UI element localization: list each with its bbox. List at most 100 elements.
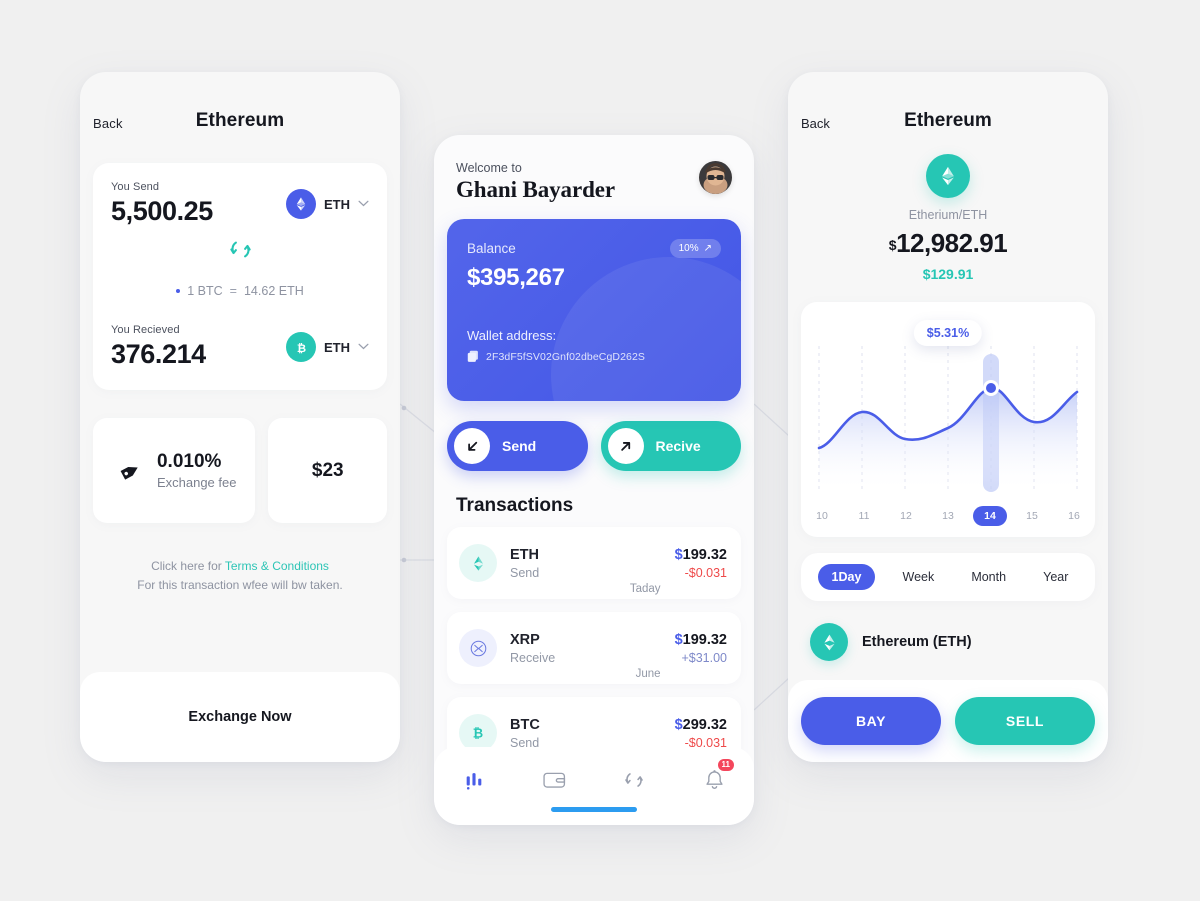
currency-symbol: $ [674,546,683,563]
bottom-navigation: 11 [434,747,754,825]
send-amount-input[interactable]: 5,500.25 [111,196,213,227]
balance-amount: $395,267 [467,264,565,291]
transaction-amount: $299.32 [675,717,727,733]
welcome-block: Welcome to Ghani Bayarder [456,161,615,203]
receive-amount-input[interactable]: 376.214 [111,339,206,370]
buy-button[interactable]: BAY [801,697,941,745]
axis-tick: 13 [942,510,954,522]
amount-value: 199.32 [682,631,727,648]
asset-name: Ethereum (ETH) [862,634,972,650]
amount-value: 299.32 [682,716,727,733]
axis-tick: 10 [816,510,828,522]
send-coin-code: ETH [324,196,350,212]
axis-tick: 15 [1026,510,1038,522]
exchange-screen: Back Ethereum You Send 5,500.25 ETH 1 BT… [80,72,400,762]
amount-value: 199.32 [682,546,727,563]
terms-block: Click here for Terms & Conditions For th… [80,557,400,594]
wallet-address-row[interactable]: 2F3dF5fSV02Gnf02dbeCgD262S [467,350,721,363]
sell-button[interactable]: SELL [955,697,1095,745]
ethereum-icon [810,623,848,661]
ethereum-icon [286,189,316,219]
transaction-info: BTC Send [510,717,639,750]
user-name: Ghani Bayarder [456,177,615,202]
nav-item-wallet[interactable] [514,763,594,797]
bar-chart-icon [466,773,482,790]
currency-symbol: $ [674,631,683,648]
receive-coin-selector[interactable]: ₿ ETH [286,332,369,362]
terms-link[interactable]: Terms & Conditions [225,559,329,573]
arrow-up-right-icon: ↗ [703,243,712,254]
detail-header: Back Ethereum [788,72,1108,150]
fee-amount-tile: $23 [268,418,387,523]
table-row[interactable]: XRP Receive June $199.32 +$31.00 [447,612,741,684]
trade-actions: BAY SELL [788,680,1108,762]
send-coin-selector[interactable]: ETH [286,189,369,219]
bell-icon [705,770,723,789]
chevron-down-icon[interactable] [358,342,369,353]
svg-text:₿: ₿ [473,727,483,742]
terms-line: Click here for Terms & Conditions [80,557,400,576]
swap-icon [229,241,251,258]
transaction-type: Send [510,565,540,580]
axis-tick: 11 [858,510,870,522]
nav-item-exchange[interactable] [594,763,674,797]
asset-row[interactable]: Ethereum (ETH) [810,623,1108,661]
exchange-now-button[interactable]: Exchange Now [80,672,400,762]
exchange-card: You Send 5,500.25 ETH 1 BTC = 14.62 ETH … [93,163,387,390]
receive-row: You Recieved 376.214 ₿ ETH [111,324,369,370]
coin-price: $12,982.91 [889,228,1008,259]
price-change: $129.91 [922,266,974,282]
receive-coin-code: ETH [324,339,350,355]
nav-item-stats[interactable] [434,763,514,797]
transaction-delta: -$0.031 [684,565,727,580]
send-values: You Send 5,500.25 [111,181,213,227]
coin-summary: Etherium/ETH $12,982.91 $129.91 [788,154,1108,282]
design-canvas: Back Ethereum You Send 5,500.25 ETH 1 BT… [0,0,1200,901]
transaction-info: XRP Receive [510,632,636,665]
exchange-now-label: Exchange Now [188,709,292,725]
receive-button-label: Recive [655,438,701,454]
balance-label: Balance [467,241,516,256]
send-button[interactable]: Send [447,421,588,471]
welcome-label: Welcome to [456,161,522,175]
balance-header: Balance 10% ↗ [467,239,721,258]
copy-icon[interactable] [467,350,479,363]
avatar[interactable] [699,161,732,194]
range-year[interactable]: Year [1033,564,1078,590]
exchange-header: Back Ethereum [80,72,400,150]
price-value: 12,982.91 [896,228,1008,258]
ethereum-icon [926,154,970,198]
chevron-down-icon[interactable] [358,199,369,210]
table-row[interactable]: ETH Send Taday $199.32 -$0.031 [447,527,741,599]
transaction-coin: BTC [510,716,540,733]
transaction-values: $299.32 -$0.031 [675,717,727,750]
exchange-rate: 1 BTC = 14.62 ETH [111,284,369,298]
wallet-icon [542,772,565,788]
wallet-header: Welcome to Ghani Bayarder [434,135,754,203]
range-1day[interactable]: 1Day [817,564,876,590]
range-week[interactable]: Week [893,564,945,590]
transactions-title: Transactions [456,495,574,516]
fee-amount-value: $23 [311,459,344,481]
rate-equals: = [229,284,237,298]
transaction-amount: $199.32 [675,547,727,563]
axis-tick: 16 [1068,510,1080,522]
transaction-values: $199.32 -$0.031 [675,547,727,580]
chart-plot [817,346,1079,492]
send-label: You Send [111,181,160,193]
transaction-delta: +$31.00 [681,650,727,665]
range-month[interactable]: Month [961,564,1016,590]
swap-button[interactable] [111,237,369,262]
chart-x-axis: 10 11 12 13 14 15 16 [801,505,1095,527]
range-selector: 1Day Week Month Year [801,553,1095,601]
rate-right: 14.62 ETH [243,284,304,298]
exchange-fee-tile: 0.010% Exchange fee [93,418,256,523]
home-indicator [551,807,637,812]
receive-button[interactable]: Recive [600,421,741,471]
price-chart[interactable]: $5.31% 10 11 12 13 14 15 16 [801,302,1095,537]
nav-item-notifications[interactable]: 11 [674,759,754,797]
axis-tick-active[interactable]: 14 [969,506,1011,526]
balance-card: Balance 10% ↗ $395,267 Wallet address: 2… [447,219,741,401]
axis-tick-active-label: 14 [973,506,1007,526]
transaction-values: $199.32 +$31.00 [675,632,727,665]
